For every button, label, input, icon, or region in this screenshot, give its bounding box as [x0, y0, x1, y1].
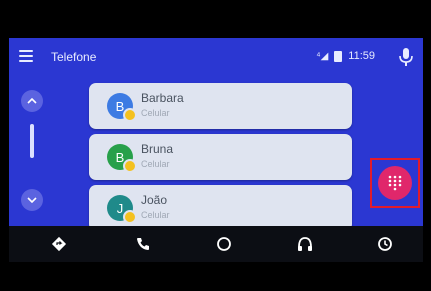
contact-list-area: B Barbara Celular B Bruna Celular J João… — [9, 76, 423, 226]
contact-name: João — [141, 193, 168, 207]
contact-type: Celular — [141, 210, 170, 220]
battery-icon — [334, 50, 343, 62]
scrollbar[interactable] — [30, 124, 34, 158]
app-title: Telefone — [51, 50, 97, 64]
contact-name: Barbara — [141, 91, 184, 105]
screen: Telefone ⁴◢ 11:59 B Barbara Celular B Br… — [0, 0, 431, 291]
clock: 11:59 — [348, 50, 375, 62]
dialpad-highlight — [370, 158, 420, 208]
dialpad-button[interactable] — [378, 166, 412, 200]
recents-icon[interactable] — [375, 234, 395, 254]
app-bar: Telefone ⁴◢ 11:59 — [9, 38, 423, 76]
navigation-icon[interactable] — [49, 234, 69, 254]
favorite-badge-icon — [123, 210, 137, 224]
contact-card-1[interactable]: B Bruna Celular — [89, 134, 352, 180]
favorite-badge-icon — [123, 159, 137, 173]
status-area: ⁴◢ 11:59 — [316, 50, 375, 62]
bottom-nav — [9, 226, 423, 262]
contact-card-0[interactable]: B Barbara Celular — [89, 83, 352, 129]
microphone-icon[interactable] — [399, 48, 413, 66]
contact-card-2[interactable]: J João Celular — [89, 185, 352, 226]
home-icon[interactable] — [214, 234, 234, 254]
signal-icon: ⁴◢ — [316, 50, 329, 62]
hamburger-menu-icon[interactable] — [19, 50, 33, 62]
contact-type: Celular — [141, 159, 170, 169]
dialpad-icon — [388, 175, 402, 191]
contact-type: Celular — [141, 108, 170, 118]
chevron-up-icon[interactable] — [21, 90, 43, 112]
favorite-badge-icon — [123, 108, 137, 122]
contact-name: Bruna — [141, 142, 174, 156]
phone-icon[interactable] — [133, 234, 153, 254]
chevron-down-icon[interactable] — [21, 189, 43, 211]
scroll-rail — [9, 76, 59, 226]
headphones-icon[interactable] — [295, 234, 315, 254]
